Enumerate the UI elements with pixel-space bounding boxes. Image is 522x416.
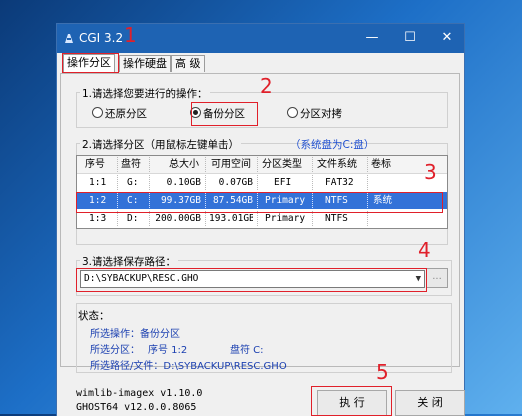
app-icon [65,34,73,43]
col-index: 序号 [85,159,105,170]
browse-button[interactable]: ... [426,268,448,288]
status-operation: 所选操作：备份分区 [90,329,180,340]
title-bar: CGI 3.2 — ☐ ✕ [57,24,464,53]
radio-copy-label: 分区对拷 [300,108,342,120]
ghost-version: GHOST64 v12.0.0.8065 [76,402,197,413]
wimlib-version: wimlib-imagex v1.10.0 [76,388,203,399]
row-drive: G: [127,177,139,188]
close-window-button[interactable]: ✕ [435,28,459,48]
operation-label: 1.请选择您要进行的操作： [80,86,210,101]
path-label: 3.请选择保存路径： [80,254,179,269]
row-total: 0.10GB [166,177,201,188]
row-index: 1:1 [89,177,107,188]
system-drive-hint: （系统盘为C:盘） [290,139,375,151]
annotation-box-5 [311,386,392,416]
row-fs: FAT32 [325,177,354,188]
tab-disk[interactable]: 操作硬盘 [119,55,171,72]
status-label: 状态： [78,310,110,322]
annotation-4: 4 [418,238,431,262]
col-free: 可用空间 [211,159,251,170]
col-total: 总大小 [169,159,199,170]
tab-advanced[interactable]: 高 级 [171,55,205,72]
table-header: 序号 盘符 总大小 可用空间 分区类型 文件系统 卷标 [77,156,447,174]
table-row[interactable]: 1:1 G: 0.10GB 0.07GB EFI FAT32 [77,174,447,191]
status-partition-drive: 盘符 C: [230,345,264,356]
col-type: 分区类型 [262,159,302,170]
annotation-box-4 [76,268,427,292]
row-free: 0.07GB [218,177,253,188]
radio-copy-dot[interactable] [287,107,298,118]
close-button[interactable]: 关 闭 [395,390,465,416]
status-partition-prefix: 所选分区： [90,345,140,356]
status-partition-index: 序号 1:2 [148,345,188,356]
row-type: EFI [274,177,292,188]
status-path: 所选路径/文件：D:\SYBACKUP\RESC.GHO [90,361,287,372]
radio-restore-dot[interactable] [92,107,103,118]
col-drive: 盘符 [121,159,141,170]
annotation-box-2 [191,102,258,126]
radio-restore-label: 还原分区 [105,108,147,120]
annotation-1: 1 [124,23,137,47]
annotation-box-3 [76,192,443,213]
col-label: 卷标 [371,159,391,170]
annotation-2: 2 [260,74,273,98]
radio-restore[interactable]: 还原分区 [92,106,147,122]
radio-copy[interactable]: 分区对拷 [287,106,342,122]
annotation-box-1 [62,53,119,73]
annotation-5: 5 [376,360,389,384]
col-fs: 文件系统 [317,159,357,170]
maximize-button[interactable]: ☐ [398,28,422,48]
annotation-3: 3 [424,160,437,184]
window-title: CGI 3.2 [79,31,124,45]
partition-label: 2.请选择分区（用鼠标左键单击） [80,137,242,152]
minimize-button[interactable]: — [360,28,384,48]
